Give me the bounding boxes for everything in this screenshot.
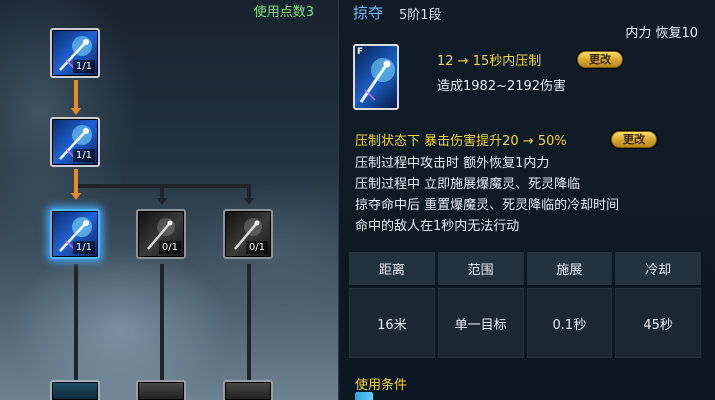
skill-node[interactable]: 1/1 xyxy=(50,117,100,167)
tree-connector-arrow xyxy=(71,108,81,115)
points-used-label: 使用点数3 xyxy=(253,5,314,20)
effect-header: 压制状态下 暴击伤害提升20 → 50% xyxy=(355,134,567,149)
skill-node-locked[interactable]: 0/1 xyxy=(136,209,186,259)
stat-header-range: 距离 xyxy=(349,252,435,285)
stat-value-range: 16米 xyxy=(349,288,435,358)
skill-node-partial[interactable] xyxy=(223,380,273,400)
node-level: 1/1 xyxy=(72,60,95,73)
skill-duration-line: 12 → 15秒内压制 xyxy=(437,54,542,69)
skill-damage-line: 造成1982~2192伤害 xyxy=(437,79,567,94)
effect-line: 压制过程中 立即施展爆魔灵、死灵降临 xyxy=(355,177,581,192)
stat-header-area: 范围 xyxy=(437,252,524,285)
skill-icon: F xyxy=(353,44,399,110)
stat-value-cooldown: 45秒 xyxy=(615,288,701,358)
skill-node-partial[interactable] xyxy=(136,380,186,400)
tree-connector-arrow xyxy=(71,193,81,200)
stats-table: 距离 范围 施展 冷却 16米 单一目标 0.1秒 45秒 xyxy=(349,252,701,358)
skill-name: 掠夺 xyxy=(353,4,384,22)
stat-header-cooldown: 冷却 xyxy=(615,252,701,285)
node-level: 1/1 xyxy=(72,241,95,254)
tree-connector xyxy=(160,264,164,380)
skill-cost: 内力 恢复10 xyxy=(625,26,698,41)
skill-node-locked[interactable]: 0/1 xyxy=(223,209,273,259)
node-level: 0/1 xyxy=(245,241,268,254)
skill-hotkey-tag: F xyxy=(357,47,364,57)
skill-node-selected[interactable]: 1/1 xyxy=(50,209,100,259)
tree-connector-arrow xyxy=(244,198,254,205)
tree-connector xyxy=(74,80,78,108)
effect-line: 压制过程中攻击时 额外恢复1内力 xyxy=(355,156,550,171)
condition-icon xyxy=(355,392,373,400)
tree-connector xyxy=(74,264,78,380)
node-level: 1/1 xyxy=(72,149,95,162)
tree-connector xyxy=(74,169,78,193)
skill-node-partial[interactable] xyxy=(50,380,100,400)
tree-connector-arrow xyxy=(157,198,167,205)
effect-line: 命中的敌人在1秒内无法行动 xyxy=(355,219,520,234)
skill-tree-panel: 使用点数3 1/1 1/1 1/1 0/1 0/1 xyxy=(0,0,338,400)
tree-connector xyxy=(78,184,250,188)
node-level: 0/1 xyxy=(158,241,181,254)
change-button[interactable]: 更改 xyxy=(577,51,623,68)
skill-tier: 5阶1段 xyxy=(399,8,442,23)
stat-header-cast: 施展 xyxy=(526,252,613,285)
effect-line: 掠夺命中后 重置爆魔灵、死灵降临的冷却时间 xyxy=(355,198,620,213)
skill-node[interactable]: 1/1 xyxy=(50,28,100,78)
stat-value-area: 单一目标 xyxy=(437,288,524,358)
skill-detail-panel: 掠夺 5阶1段 内力 恢复10 F 12 → 15秒内压制 更改 造成1982~… xyxy=(338,0,715,400)
stat-value-cast: 0.1秒 xyxy=(526,288,613,358)
conditions-title: 使用条件 xyxy=(355,378,408,393)
change-button[interactable]: 更改 xyxy=(611,131,657,148)
tree-connector xyxy=(247,264,251,380)
